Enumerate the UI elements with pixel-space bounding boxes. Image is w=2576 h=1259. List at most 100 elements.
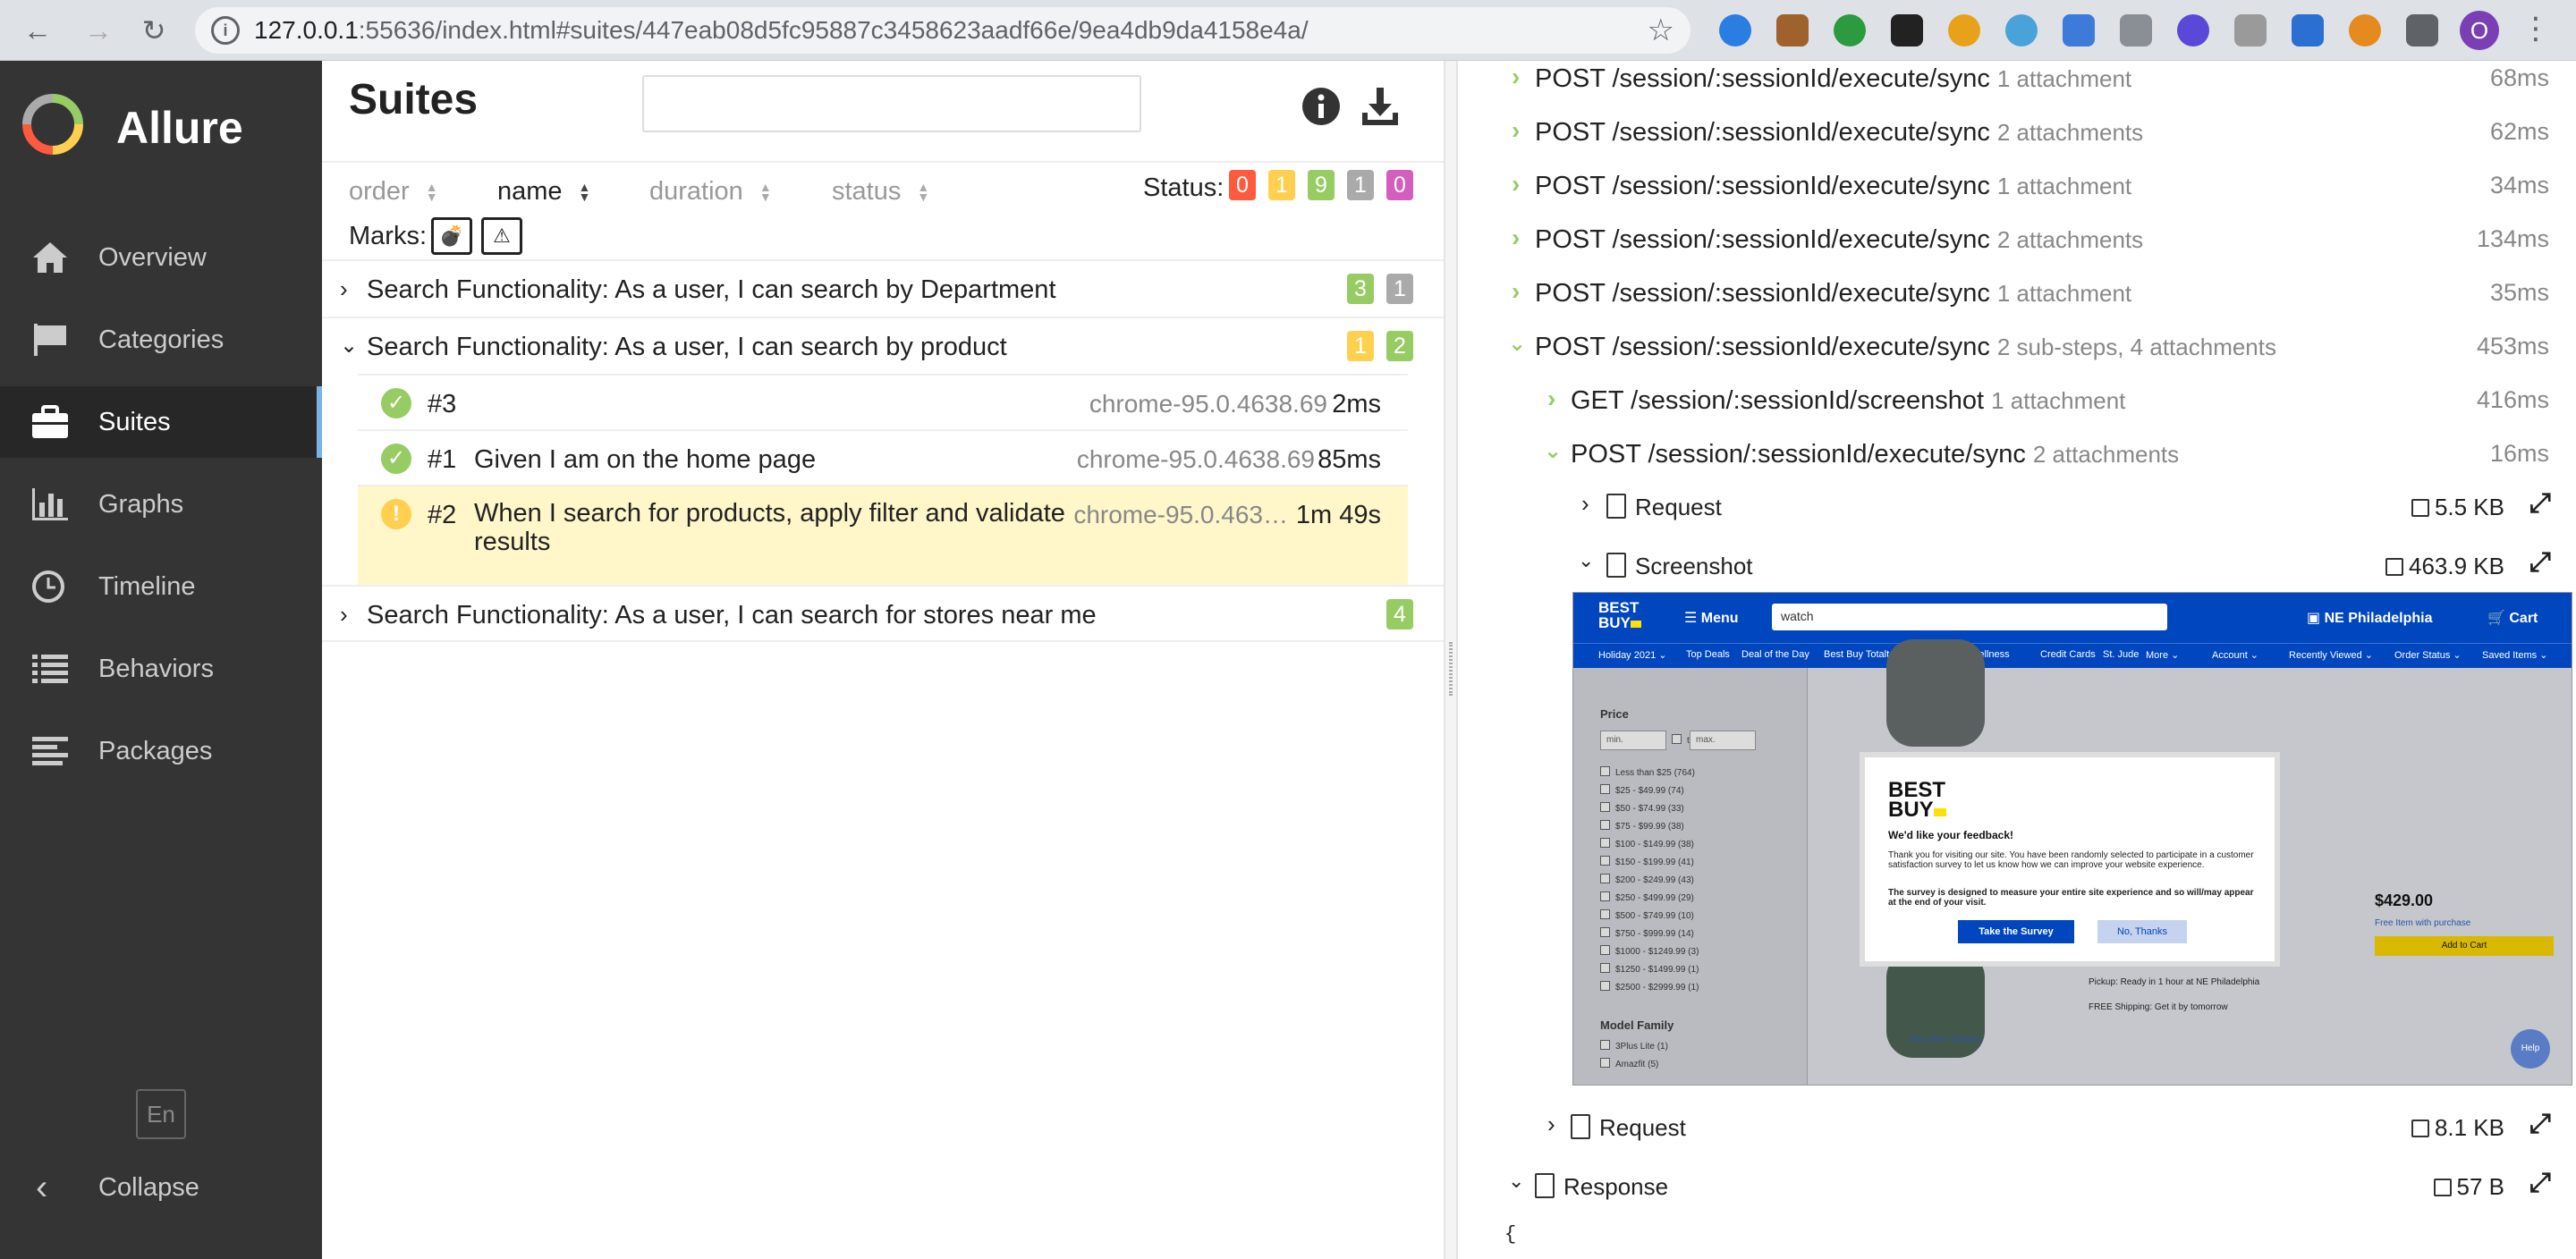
collapse-button[interactable]: ‹ Collapse xyxy=(0,1152,322,1223)
more-menu-icon[interactable]: ⋮ xyxy=(2521,9,2551,48)
bookmark-star-icon[interactable]: ☆ xyxy=(1648,13,1674,48)
status-filter-skipped[interactable]: 1 xyxy=(1347,170,1374,200)
pickup-text: Pickup: Ready in 1 hour at NE Philadelph… xyxy=(2089,977,2260,987)
test-environment: chrome-95.0.463… xyxy=(1073,501,1288,528)
clock-icon xyxy=(32,570,64,603)
sidebar-item-graphs[interactable]: Graphs xyxy=(0,469,322,540)
expand-icon[interactable]: ⤢ xyxy=(2529,488,2551,519)
sort-duration[interactable]: duration ▲ ▼ xyxy=(649,177,772,207)
flaky-bomb-icon[interactable]: 💣 xyxy=(431,217,472,255)
test-name: When I search for products, apply filter… xyxy=(474,499,1065,556)
address-bar[interactable]: i 127.0.0.1:55636/index.html#suites/447e… xyxy=(195,7,1690,54)
response-body: { xyxy=(1504,1223,1517,1246)
reload-icon[interactable]: ↻ xyxy=(136,13,172,48)
list-icon xyxy=(32,655,68,683)
chevron-right-icon: › xyxy=(1547,1111,1555,1137)
chevron-down-icon: ⌄ xyxy=(1544,439,1563,463)
step-row[interactable]: › POST /session/:sessionId/execute/sync 2… xyxy=(1458,107,2576,161)
chevron-right-icon: › xyxy=(1512,170,1521,198)
sidebar-item-packages[interactable]: Packages xyxy=(0,715,322,787)
sidebar-item-label: Graphs xyxy=(98,490,184,519)
extension-icon[interactable] xyxy=(1719,14,1751,46)
step-title: POST /session/:sessionId/execute/sync xyxy=(1535,333,1990,361)
info-icon[interactable]: i xyxy=(211,16,240,45)
warning-icon[interactable]: ⚠ xyxy=(481,217,522,255)
test-row-selected[interactable]: ! #2 When I search for products, apply f… xyxy=(358,485,1408,585)
check-circle-icon: ✓ xyxy=(381,388,411,418)
sort-name[interactable]: name ▲ ▼ xyxy=(497,177,590,207)
substep-row-expanded[interactable]: ⌄ POST /session/:sessionId/execute/sync 2… xyxy=(1458,429,2576,483)
sidebar-item-suites[interactable]: Suites xyxy=(0,386,322,458)
sidebar-item-behaviors[interactable]: Behaviors xyxy=(0,633,322,705)
expand-icon[interactable]: ⤢ xyxy=(2529,1109,2551,1139)
extension-icon[interactable] xyxy=(1891,14,1923,46)
status-filter-passed[interactable]: 9 xyxy=(1308,170,1335,200)
page-title: Suites xyxy=(349,76,479,123)
extension-icon[interactable] xyxy=(1948,14,1980,46)
splitter-grip-icon[interactable] xyxy=(1449,642,1453,696)
suite-group[interactable]: › Search Functionality: As a user, I can… xyxy=(322,585,1444,642)
chevron-right-icon: › xyxy=(1512,224,1521,251)
chevron-right-icon: › xyxy=(340,601,348,628)
attachment-row-expanded[interactable]: ⌄ Response 57 B ⤢ xyxy=(1458,1161,2576,1214)
sidebar-item-label: Behaviors xyxy=(98,655,214,683)
step-row[interactable]: › POST /session/:sessionId/execute/sync 1… xyxy=(1458,61,2576,107)
substep-row[interactable]: › GET /session/:sessionId/screenshot 1 at… xyxy=(1458,376,2576,429)
suites-pane: Suites order ▲ ▼ name ▲ ▼ duration ▲ ▼ status ▲… xyxy=(322,61,1444,1259)
allure-logo-icon xyxy=(22,94,83,155)
status-filter-broken[interactable]: 1 xyxy=(1268,170,1295,200)
info-icon[interactable] xyxy=(1301,86,1342,127)
collapse-label: Collapse xyxy=(98,1173,199,1202)
download-icon[interactable] xyxy=(1360,86,1401,127)
search-input[interactable] xyxy=(642,75,1141,132)
extension-icon[interactable] xyxy=(1776,14,1809,46)
extension-icon[interactable] xyxy=(2005,14,2038,46)
step-row[interactable]: › POST /session/:sessionId/execute/sync 1… xyxy=(1458,268,2576,322)
sort-status[interactable]: status ▲ ▼ xyxy=(832,177,929,207)
sidebar-item-overview[interactable]: Overview xyxy=(0,222,322,293)
attachment-row[interactable]: › Request 5.5 KB ⤢ xyxy=(1458,481,2576,535)
step-row-expanded[interactable]: ⌄ POST /session/:sessionId/execute/sync 2… xyxy=(1458,322,2576,376)
suite-group[interactable]: › Search Functionality: As a user, I can… xyxy=(322,259,1444,317)
sidebar-item-timeline[interactable]: Timeline xyxy=(0,551,322,622)
check-circle-icon: ✓ xyxy=(381,444,411,474)
extension-icon[interactable] xyxy=(2063,14,2095,46)
extension-icon[interactable] xyxy=(2120,14,2152,46)
sidebar-item-categories[interactable]: Categories xyxy=(0,304,322,376)
puzzle-icon[interactable] xyxy=(2406,14,2438,46)
extension-icon[interactable] xyxy=(2177,14,2209,46)
attachment-row-expanded[interactable]: ⌄ Screenshot 463.9 KB ⤢ xyxy=(1458,540,2576,594)
test-environment: chrome-95.0.4638.69 xyxy=(1076,445,1315,473)
forward-icon[interactable]: → xyxy=(80,13,116,48)
back-icon[interactable]: ← xyxy=(20,13,55,48)
attachment-row[interactable]: › Request 8.1 KB ⤢ xyxy=(1458,1102,2576,1155)
expand-icon[interactable]: ⤢ xyxy=(2529,547,2551,578)
extension-icon[interactable] xyxy=(1834,14,1866,46)
profile-avatar[interactable]: O xyxy=(2460,11,2499,50)
language-select-button[interactable]: En xyxy=(136,1089,186,1139)
feedback-modal: BEST BUY We'd like your feedback! Thank y… xyxy=(1860,752,2280,967)
chevron-down-icon: ⌄ xyxy=(340,334,359,358)
suite-group[interactable]: ⌄ Search Functionality: As a user, I can… xyxy=(322,317,1444,374)
status-filter-failed[interactable]: 0 xyxy=(1229,170,1256,200)
test-environment: chrome-95.0.4638.69 xyxy=(1089,390,1327,418)
add-to-cart: Add to Cart xyxy=(2375,936,2554,956)
extension-icon[interactable] xyxy=(2349,14,2381,46)
step-duration: 416ms xyxy=(2476,386,2549,413)
step-row[interactable]: › POST /session/:sessionId/execute/sync 2… xyxy=(1458,215,2576,268)
test-row[interactable]: ✓ #1 Given I am on the home page chrome-… xyxy=(358,429,1408,485)
pane-splitter[interactable] xyxy=(1444,61,1458,1259)
sort-order[interactable]: order ▲ ▼ xyxy=(349,177,438,207)
test-details-pane: › POST /session/:sessionId/execute/sync 1… xyxy=(1458,61,2576,1259)
bestbuy-store: ▣ NE Philadelphia xyxy=(2307,611,2433,626)
expand-icon[interactable]: ⤢ xyxy=(2529,1168,2551,1198)
status-filter-unknown[interactable]: 0 xyxy=(1386,170,1413,200)
extension-icon[interactable] xyxy=(2292,14,2324,46)
extension-icon[interactable] xyxy=(2234,14,2267,46)
brand-name: Allure xyxy=(116,103,243,153)
test-row[interactable]: ✓ #3 chrome-95.0.4638.69 2ms xyxy=(358,374,1408,429)
screenshot-preview[interactable]: BEST BUY ☰ Menu watch ▣ NE Philadelphia 🛒… xyxy=(1572,592,2572,1086)
step-row[interactable]: › POST /session/:sessionId/execute/sync 1… xyxy=(1458,161,2576,215)
chevron-right-icon: › xyxy=(1512,116,1521,144)
count-badge-skipped: 1 xyxy=(1386,274,1413,304)
